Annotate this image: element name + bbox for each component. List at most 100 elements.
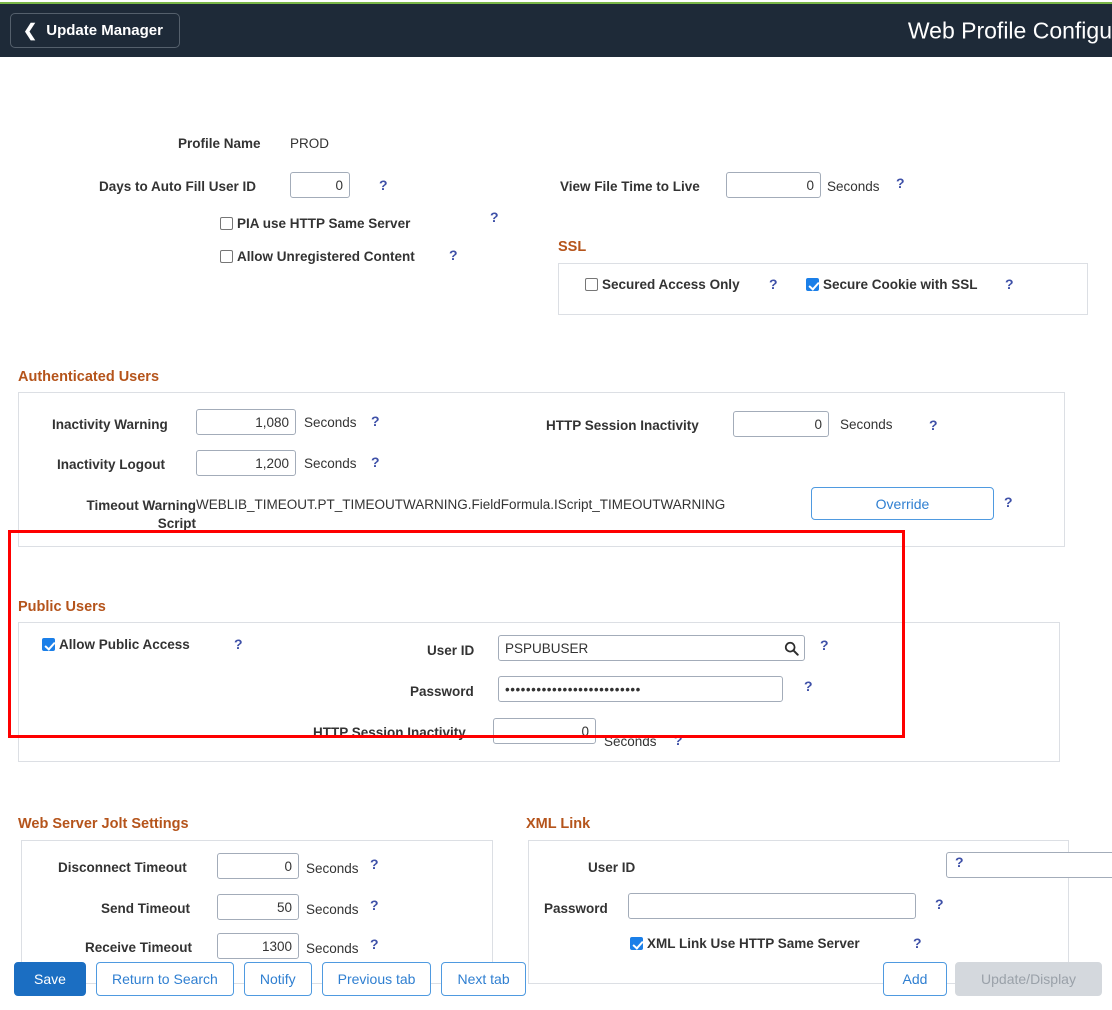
- view-file-time-to-live-label: View File Time to Live: [560, 179, 700, 194]
- secured-access-only-help-icon[interactable]: ?: [769, 276, 778, 292]
- inactivity-warning-units: Seconds: [304, 415, 357, 430]
- xml-link-user-id-help-icon[interactable]: ?: [955, 854, 964, 870]
- xml-link-same-server-help-icon[interactable]: ?: [913, 935, 922, 951]
- save-button[interactable]: Save: [14, 962, 86, 996]
- profile-name-label: Profile Name: [178, 136, 261, 151]
- search-icon: [784, 641, 799, 656]
- disconnect-timeout-help-icon[interactable]: ?: [370, 856, 379, 872]
- xml-link-password-input[interactable]: [628, 893, 916, 919]
- view-file-time-to-live-units: Seconds: [827, 179, 880, 194]
- return-to-search-button[interactable]: Return to Search: [96, 962, 234, 996]
- authenticated-users-group-title: Authenticated Users: [18, 369, 160, 385]
- allow-public-access-row[interactable]: Allow Public Access: [42, 637, 190, 652]
- timeout-warning-script-value: WEBLIB_TIMEOUT.PT_TIMEOUTWARNING.FieldFo…: [196, 497, 726, 512]
- web-profile-form: Profile Name PROD .abs.lbl, .abs[data-na…: [0, 57, 1112, 984]
- previous-tab-button[interactable]: Previous tab: [321, 962, 432, 996]
- footer-toolbar: Save Return to Search Notify Previous ta…: [0, 962, 1112, 1010]
- allow-unregistered-content-row[interactable]: Allow Unregistered Content: [220, 249, 415, 264]
- receive-timeout-input[interactable]: [217, 933, 299, 959]
- secured-access-only-row[interactable]: Secured Access Only: [585, 277, 740, 292]
- days-to-auto-fill-user-id-input[interactable]: [290, 172, 350, 198]
- auth-http-session-inactivity-input[interactable]: [733, 411, 829, 437]
- back-to-update-manager-button[interactable]: ❮ Update Manager: [10, 13, 180, 48]
- inactivity-logout-label: Inactivity Logout: [57, 457, 165, 472]
- disconnect-timeout-input[interactable]: [217, 853, 299, 879]
- pia-use-http-same-server-row[interactable]: PIA use HTTP Same Server: [220, 216, 410, 231]
- allow-public-access-checkbox[interactable]: [42, 638, 55, 651]
- xml-link-same-server-label: XML Link Use HTTP Same Server: [647, 936, 860, 951]
- page-title: Web Profile Configu: [907, 17, 1112, 43]
- disconnect-timeout-units: Seconds: [306, 861, 359, 876]
- allow-unregistered-content-help-icon[interactable]: ?: [449, 247, 458, 263]
- timeout-warning-script-label: Timeout Warning Script: [86, 498, 197, 531]
- secured-access-only-label: Secured Access Only: [602, 277, 740, 292]
- public-users-user-id-lookup-button[interactable]: [781, 638, 801, 658]
- send-timeout-input[interactable]: [217, 894, 299, 920]
- public-users-password-help-icon[interactable]: ?: [804, 678, 813, 694]
- xml-link-same-server-checkbox[interactable]: [630, 937, 643, 950]
- secure-cookie-with-ssl-checkbox[interactable]: [806, 278, 819, 291]
- pia-use-http-same-server-label: PIA use HTTP Same Server: [237, 216, 411, 231]
- secured-access-only-checkbox[interactable]: [585, 278, 598, 291]
- allow-unregistered-content-checkbox[interactable]: [220, 250, 233, 263]
- inactivity-warning-input[interactable]: [196, 409, 296, 435]
- update-display-button: Update/Display: [955, 962, 1102, 996]
- allow-public-access-help-icon[interactable]: ?: [234, 636, 243, 652]
- xml-link-user-id-input[interactable]: [945, 852, 1112, 878]
- days-to-auto-fill-user-id-label: Days to Auto Fill User ID: [99, 179, 257, 194]
- pia-use-http-same-server-help-icon[interactable]: ?: [490, 209, 499, 225]
- public-users-http-session-inactivity-units: Seconds: [604, 734, 657, 749]
- disconnect-timeout-label: Disconnect Timeout: [58, 860, 187, 875]
- allow-public-access-label: Allow Public Access: [59, 637, 190, 652]
- jolt-settings-group-title: Web Server Jolt Settings: [18, 816, 189, 832]
- override-button[interactable]: Override: [811, 487, 994, 520]
- inactivity-warning-label: Inactivity Warning: [52, 417, 168, 432]
- xml-link-password-label: Password: [544, 901, 608, 916]
- send-timeout-label: Send Timeout: [101, 901, 191, 916]
- public-users-password-input[interactable]: [498, 676, 783, 702]
- xml-link-user-id-label: User ID: [588, 860, 636, 875]
- auth-http-session-inactivity-help-icon[interactable]: ?: [929, 417, 938, 433]
- public-users-http-session-inactivity-label: HTTP Session Inactivity: [313, 725, 466, 740]
- secure-cookie-with-ssl-label: Secure Cookie with SSL: [823, 277, 978, 292]
- auth-http-session-inactivity-units: Seconds: [840, 417, 893, 432]
- send-timeout-help-icon[interactable]: ?: [370, 897, 379, 913]
- inactivity-warning-help-icon[interactable]: ?: [371, 413, 380, 429]
- add-button[interactable]: Add: [883, 962, 947, 996]
- chevron-left-icon: ❮: [23, 21, 38, 40]
- footer-left-buttons: Save Return to Search Notify Previous ta…: [14, 962, 526, 996]
- xml-link-password-help-icon[interactable]: ?: [935, 896, 944, 912]
- public-users-password-label: Password: [410, 684, 474, 699]
- override-help-icon[interactable]: ?: [1004, 494, 1013, 510]
- secure-cookie-with-ssl-row[interactable]: Secure Cookie with SSL: [806, 277, 978, 292]
- view-file-time-to-live-help-icon[interactable]: ?: [896, 175, 905, 191]
- view-file-time-to-live-input[interactable]: [726, 172, 821, 198]
- inactivity-logout-help-icon[interactable]: ?: [371, 454, 380, 470]
- receive-timeout-help-icon[interactable]: ?: [370, 936, 379, 952]
- public-users-http-session-inactivity-help-icon[interactable]: ?: [674, 732, 683, 748]
- receive-timeout-label: Receive Timeout: [85, 940, 193, 955]
- xml-link-group-title: XML Link: [526, 816, 591, 832]
- back-button-label: Update Manager: [46, 22, 163, 39]
- notify-button[interactable]: Notify: [243, 962, 312, 996]
- footer-right-buttons: Add Update/Display: [883, 962, 1102, 996]
- pia-use-http-same-server-checkbox[interactable]: [220, 217, 233, 230]
- days-to-auto-fill-help-icon[interactable]: ?: [379, 177, 388, 193]
- xml-link-same-server-row[interactable]: XML Link Use HTTP Same Server: [630, 936, 860, 951]
- app-header: ❮ Update Manager Web Profile Configu: [0, 4, 1112, 57]
- receive-timeout-units: Seconds: [306, 941, 359, 956]
- profile-name-value: PROD: [290, 136, 330, 151]
- secure-cookie-with-ssl-help-icon[interactable]: ?: [1005, 276, 1014, 292]
- send-timeout-units: Seconds: [306, 902, 359, 917]
- public-users-user-id-label: User ID: [427, 643, 475, 658]
- allow-unregistered-content-label: Allow Unregistered Content: [237, 249, 415, 264]
- public-users-http-session-inactivity-input[interactable]: [493, 718, 596, 744]
- inactivity-logout-units: Seconds: [304, 456, 357, 471]
- auth-http-session-inactivity-label: HTTP Session Inactivity: [546, 418, 699, 433]
- public-users-group-title: Public Users: [18, 599, 106, 615]
- next-tab-button[interactable]: Next tab: [441, 962, 526, 996]
- ssl-group-title: SSL: [558, 239, 587, 255]
- inactivity-logout-input[interactable]: [196, 450, 296, 476]
- public-users-user-id-help-icon[interactable]: ?: [820, 637, 829, 653]
- public-users-user-id-input[interactable]: [498, 635, 805, 661]
